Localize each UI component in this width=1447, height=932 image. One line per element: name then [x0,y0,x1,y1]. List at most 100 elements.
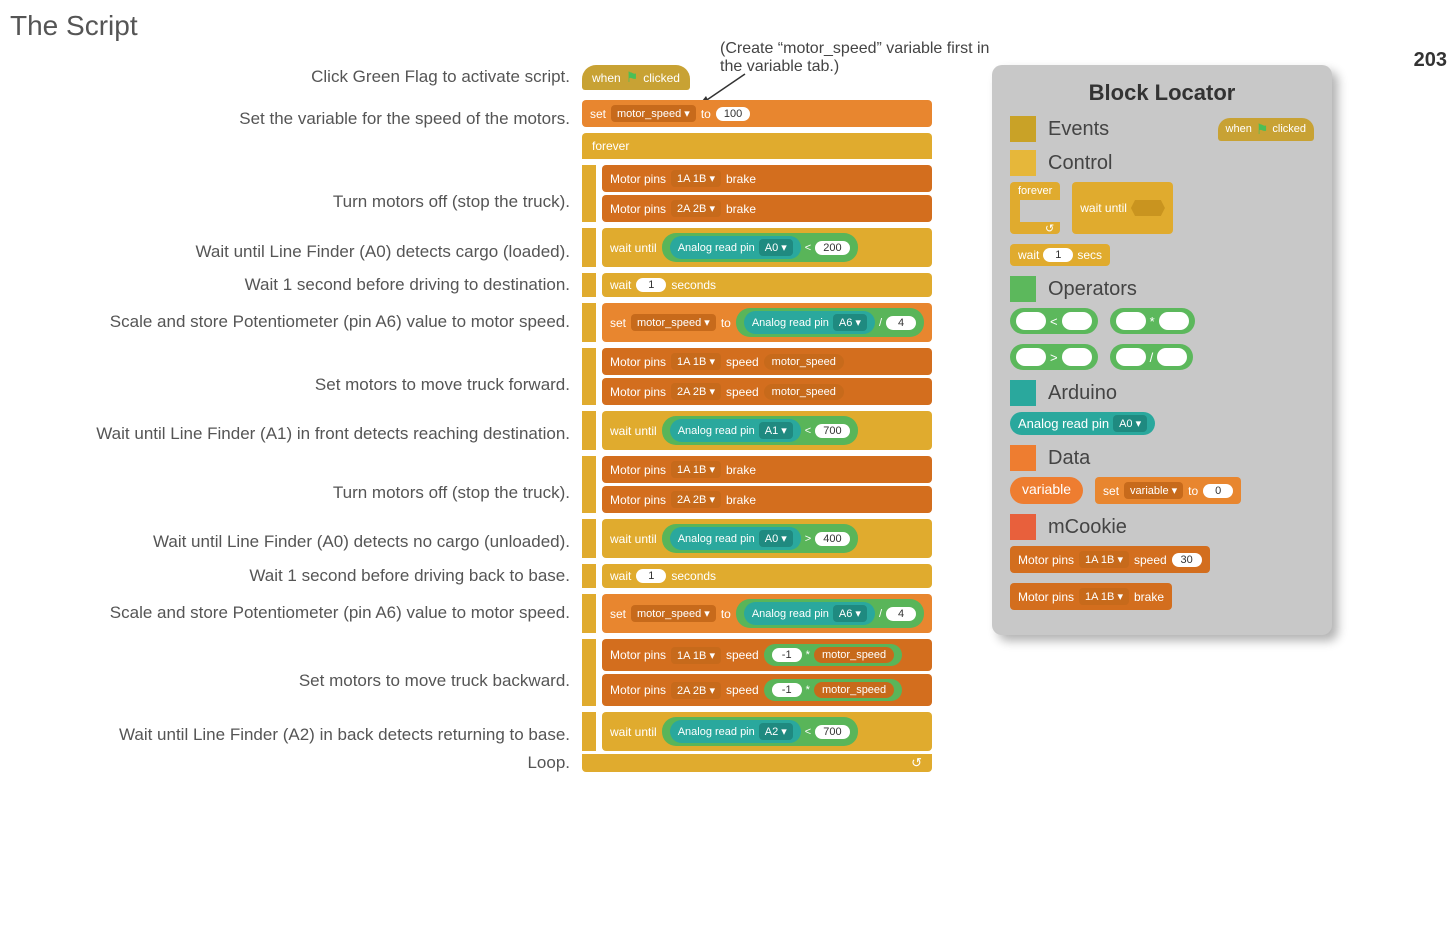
value-input[interactable]: 4 [886,607,916,621]
pin-dropdown[interactable]: 2A 2B ▾ [671,682,721,699]
pin-dropdown[interactable]: 2A 2B ▾ [671,200,721,217]
page-title: The Script [10,10,138,42]
value-input[interactable]: 1 [636,569,666,583]
variable-pill[interactable]: variable [1010,477,1083,504]
analog-read-mini[interactable]: Analog read pinA0 ▾ [1010,412,1155,435]
var-ref: motor_speed [764,354,844,370]
flag-icon: ⚑ [626,69,639,86]
div-operator: Analog read pinA6 ▾/4 [736,308,924,337]
loop-icon: ↺ [911,755,922,771]
locator-title: Block Locator [1010,80,1314,106]
set-var-mini[interactable]: setvariable ▾to0 [1095,477,1241,504]
wait-block: wait1seconds [602,564,932,588]
events-swatch [1010,116,1036,142]
desc-line: Wait 1 second before driving back to bas… [10,567,570,586]
value-input[interactable]: 200 [815,241,849,255]
motor-speed-block: Motor pins2A 2B ▾speedmotor_speed [602,378,932,405]
value-input[interactable]: 700 [815,424,849,438]
pin-dropdown[interactable]: A0 ▾ [759,239,793,256]
set-var-block: setmotor_speed ▾toAnalog read pinA6 ▾/4 [602,594,932,633]
forever-mini[interactable]: forever↺ [1010,182,1060,234]
var-ref: motor_speed [814,647,894,663]
desc-line: Turn motors off (stop the truck). [10,484,570,503]
motor-brake-block: Motor pins2A 2B ▾brake [602,195,932,222]
desc-line: Set motors to move truck forward. [10,376,570,395]
motor-speed-mini[interactable]: Motor pins1A 1B ▾speed30 [1010,546,1210,573]
pin-dropdown[interactable]: A2 ▾ [759,723,793,740]
wait-until-block: wait untilAnalog read pinA2 ▾<700 [602,712,932,751]
lt-operator: Analog read pinA1 ▾<700 [662,416,858,445]
mul-operator: -1*motor_speed [764,679,903,701]
div-operator: Analog read pinA6 ▾/4 [736,599,924,628]
control-swatch [1010,150,1036,176]
block-locator-panel: Block Locator Events when⚑clicked Contro… [992,65,1332,635]
analog-read-block: Analog read pinA6 ▾ [744,602,875,625]
page: The Script (Create “motor_speed” variabl… [10,10,1447,62]
value-input[interactable]: 1 [636,278,666,292]
var-dropdown[interactable]: motor_speed ▾ [631,605,716,622]
pin-dropdown[interactable]: 2A 2B ▾ [671,491,721,508]
desc-line: Set motors to move truck backward. [10,672,570,691]
desc-line: Scale and store Potentiometer (pin A6) v… [10,313,570,332]
pin-dropdown[interactable]: A1 ▾ [759,422,793,439]
cat-events: Events when⚑clicked [1010,116,1314,142]
pin-dropdown[interactable]: 1A 1B ▾ [1079,551,1129,568]
desc-line: Set the variable for the speed of the mo… [10,110,570,129]
pin-dropdown[interactable]: A6 ▾ [833,314,867,331]
pin-dropdown[interactable]: 1A 1B ▾ [671,647,721,664]
lt-operator: Analog read pinA2 ▾<700 [662,717,858,746]
desc-line: Loop. [10,754,570,773]
analog-read-block: Analog read pinA0 ▾ [670,236,801,259]
page-number: 203 [1414,49,1447,72]
value-input[interactable]: -1 [772,683,802,697]
desc-line: Wait until Line Finder (A2) in back dete… [10,726,570,745]
wait-secs-mini[interactable]: wait1secs [1010,244,1110,266]
lt-operator: Analog read pinA0 ▾<200 [662,233,858,262]
value-input[interactable]: 4 [886,316,916,330]
motor-brake-block: Motor pins1A 1B ▾brake [602,456,932,483]
set-var-block: setmotor_speed ▾to100 [582,100,932,127]
cat-control: Control [1010,150,1314,176]
forever-foot: ↺ [582,754,932,772]
analog-read-block: Analog read pinA0 ▾ [670,527,801,550]
pin-dropdown[interactable]: 1A 1B ▾ [1079,588,1129,605]
pin-dropdown[interactable]: A6 ▾ [833,605,867,622]
when-flag-mini[interactable]: when⚑clicked [1218,118,1314,141]
pin-dropdown[interactable]: A0 ▾ [759,530,793,547]
gt-mini[interactable]: > [1010,344,1098,370]
desc-line: Scale and store Potentiometer (pin A6) v… [10,604,570,623]
value-input[interactable]: 100 [716,107,750,121]
analog-read-block: Analog read pinA6 ▾ [744,311,875,334]
set-var-block: setmotor_speed ▾toAnalog read pinA6 ▾/4 [602,303,932,342]
wait-until-block: wait untilAnalog read pinA0 ▾<200 [602,228,932,267]
pin-dropdown[interactable]: 2A 2B ▾ [671,383,721,400]
var-dropdown[interactable]: motor_speed ▾ [631,314,716,331]
analog-read-block: Analog read pinA1 ▾ [670,419,801,442]
pin-dropdown[interactable]: A0 ▾ [1113,415,1147,432]
value-input[interactable]: -1 [772,648,802,662]
pin-dropdown[interactable]: 1A 1B ▾ [671,461,721,478]
value-input[interactable]: 400 [815,532,849,546]
when-flag-clicked-block: when⚑clicked [582,65,690,90]
wait-until-block: wait untilAnalog read pinA1 ▾<700 [602,411,932,450]
wait-until-block: wait untilAnalog read pinA0 ▾>400 [602,519,932,558]
motor-brake-mini[interactable]: Motor pins1A 1B ▾brake [1010,583,1172,610]
div-mini[interactable]: / [1110,344,1194,370]
gt-operator: Analog read pinA0 ▾>400 [662,524,858,553]
cat-arduino: Arduino [1010,380,1314,406]
desc-line: Wait until Line Finder (A0) detects no c… [10,533,570,552]
wait-until-mini[interactable]: wait until [1072,182,1173,234]
var-ref: motor_speed [764,384,844,400]
forever-block: forever [582,133,932,159]
hex-slot [1131,200,1165,216]
value-input[interactable]: 700 [815,725,849,739]
var-dropdown[interactable]: motor_speed ▾ [611,105,696,122]
pin-dropdown[interactable]: 1A 1B ▾ [671,170,721,187]
lt-mini[interactable]: < [1010,308,1098,334]
mul-mini[interactable]: * [1110,308,1195,334]
var-dropdown[interactable]: variable ▾ [1124,482,1183,499]
desc-line: Wait until Line Finder (A0) detects carg… [10,243,570,262]
desc-line: Click Green Flag to activate script. [10,68,570,87]
cat-operators: Operators [1010,276,1314,302]
pin-dropdown[interactable]: 1A 1B ▾ [671,353,721,370]
